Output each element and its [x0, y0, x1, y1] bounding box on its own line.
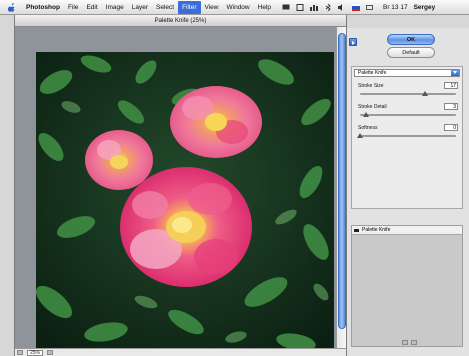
menu-app-photoshop[interactable]: Photoshop [22, 1, 64, 14]
menu-bar: Photoshop File Edit Image Layer Select F… [0, 0, 469, 15]
stroke-size-input[interactable]: 17 [444, 82, 458, 89]
window-title[interactable]: Palette Knife (25%) [15, 15, 346, 27]
status-bar: 25% [15, 348, 346, 356]
filter-select-value: Palette Knife [358, 70, 387, 76]
param-label: Stroke Size [358, 83, 384, 89]
zoom-in-icon[interactable] [47, 350, 54, 355]
filter-select[interactable]: Palette Knife [354, 69, 460, 77]
param-label: Stroke Detail [358, 104, 387, 110]
menubar-clock[interactable]: Br 13 17 [383, 4, 408, 11]
param-stroke-detail: Stroke Detail 3 [358, 103, 458, 122]
dropdown-arrow-icon[interactable] [451, 70, 459, 76]
menu-layer[interactable]: Layer [128, 1, 152, 14]
stroke-detail-thumb[interactable] [362, 112, 369, 117]
menu-window[interactable]: Window [223, 1, 254, 14]
menu-help[interactable]: Help [254, 1, 275, 14]
menu-extras [279, 3, 377, 11]
softness-slider[interactable] [360, 135, 456, 137]
vertical-scrollbar[interactable] [336, 27, 346, 348]
softness-input[interactable]: 0 [444, 124, 458, 131]
stroke-detail-slider[interactable] [360, 114, 456, 116]
bluetooth-icon[interactable] [324, 3, 332, 11]
new-layer-icon[interactable] [402, 340, 408, 345]
softness-thumb[interactable] [357, 133, 363, 138]
effect-layers: Palette Knife [351, 225, 463, 347]
filter-settings: Palette Knife Stroke Size 17 Stroke Deta… [351, 66, 463, 209]
canvas-area [15, 27, 338, 348]
menu-file[interactable]: File [64, 1, 82, 14]
stroke-detail-input[interactable]: 3 [444, 103, 458, 110]
stroke-size-slider[interactable] [360, 93, 456, 95]
flag-icon[interactable] [352, 3, 360, 11]
default-button[interactable]: Default [387, 47, 435, 58]
zoom-out-icon[interactable] [17, 350, 23, 355]
param-label: Softness [358, 125, 378, 131]
volume-icon[interactable] [338, 3, 346, 11]
layer-name: Palette Knife [362, 227, 391, 233]
document-window: Palette Knife (25%) 25% [14, 15, 347, 356]
collapse-arrow-icon[interactable] [349, 38, 357, 46]
zoom-field[interactable]: 25% [27, 349, 44, 356]
ok-button[interactable]: OK [387, 34, 435, 45]
param-stroke-size: Stroke Size 17 [358, 82, 458, 101]
menubar-user[interactable]: Sergey [414, 4, 436, 11]
effect-layer-row[interactable]: Palette Knife [352, 226, 462, 235]
menu-edit[interactable]: Edit [82, 1, 101, 14]
preview-image[interactable] [36, 52, 334, 348]
menu-select[interactable]: Select [152, 1, 178, 14]
eye-icon[interactable] [354, 228, 359, 233]
layer-actions [402, 340, 417, 345]
sync-icon[interactable] [296, 3, 304, 11]
menu-filter[interactable]: Filter [178, 0, 201, 14]
filter-panel: OK Default Palette Knife Stroke Size 17 … [347, 28, 469, 356]
apple-icon[interactable] [8, 2, 16, 12]
delete-layer-icon[interactable] [411, 340, 417, 345]
stroke-size-thumb[interactable] [422, 91, 429, 96]
display-icon[interactable] [282, 4, 290, 11]
param-softness: Softness 0 [357, 124, 458, 143]
menu-image[interactable]: Image [102, 1, 128, 14]
battery-icon[interactable] [366, 4, 374, 11]
scroll-thumb[interactable] [338, 33, 346, 329]
chart-icon[interactable] [310, 4, 318, 11]
menu-view[interactable]: View [201, 1, 223, 14]
